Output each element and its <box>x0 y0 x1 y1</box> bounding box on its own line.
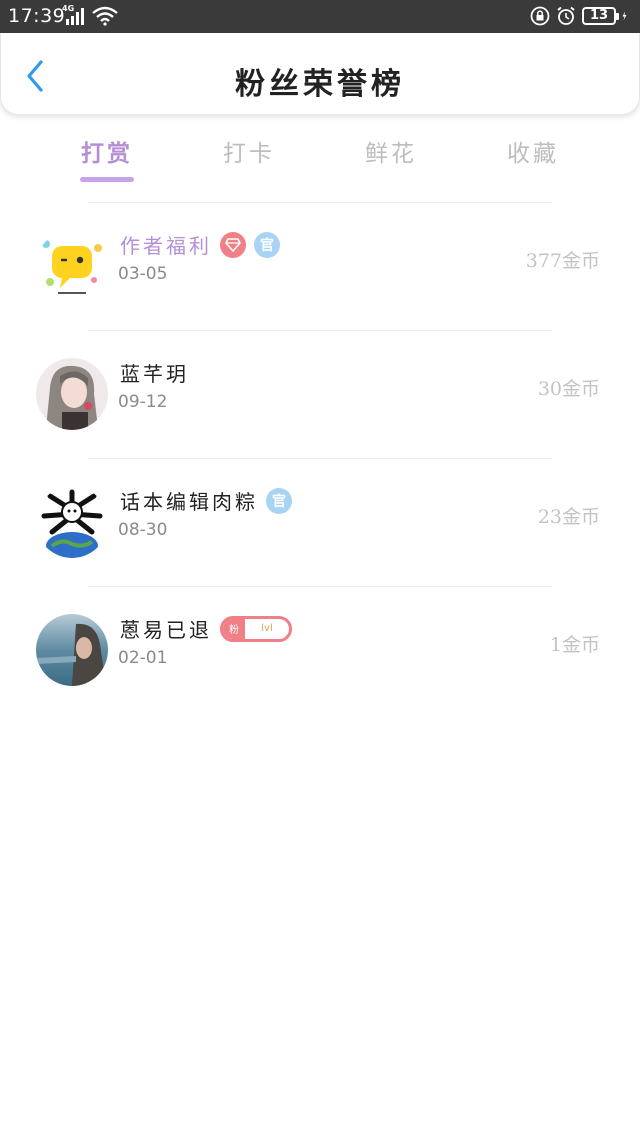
user-name[interactable]: 蓝芊玥 <box>120 358 189 387</box>
fan-ranking-list: 作者福利 官 03-05 377金币 蓝芊玥 09-12 30金币 话本编辑肉粽… <box>0 202 640 714</box>
status-right: 13 <box>530 5 632 27</box>
wifi-icon <box>92 6 118 26</box>
name-line: 作者福利 官 <box>120 230 280 259</box>
coin-amount: 30金币 <box>537 378 600 400</box>
page-title: 粉丝荣誉榜 <box>235 67 405 102</box>
official-badge: 官 <box>254 231 280 258</box>
avatar[interactable] <box>36 358 108 430</box>
lock-rotation-icon <box>530 6 550 26</box>
user-name[interactable]: 话本编辑肉粽 <box>120 486 258 515</box>
reward-date: 09-12 <box>118 392 168 412</box>
name-line: 蒽易已退 粉 lvl <box>120 614 292 643</box>
list-item[interactable]: 蓝芊玥 09-12 30金币 <box>0 330 640 458</box>
avatar[interactable] <box>36 230 108 302</box>
avatar[interactable] <box>36 486 108 558</box>
official-badge: 官 <box>266 487 292 514</box>
status-time: 17:39 <box>8 5 66 27</box>
reward-date: 03-05 <box>118 264 168 284</box>
divider <box>88 458 552 459</box>
fan-badge-label: 粉 <box>223 618 245 639</box>
header: 粉丝荣誉榜 <box>0 33 640 115</box>
name-line: 蓝芊玥 <box>120 358 189 387</box>
avatar[interactable] <box>36 614 108 686</box>
divider <box>88 586 552 587</box>
battery-icon: 13 <box>582 7 619 25</box>
coin-amount: 23金币 <box>537 506 600 528</box>
divider <box>88 202 552 203</box>
tab-flowers[interactable]: 鲜花 <box>320 130 462 186</box>
user-name[interactable]: 蒽易已退 <box>120 614 212 643</box>
diamond-badge-icon <box>220 231 246 258</box>
list-item[interactable]: 话本编辑肉粽 官 08-30 23金币 <box>0 458 640 586</box>
tab-checkin[interactable]: 打卡 <box>178 130 320 186</box>
status-bar: 17:39 4G 13 <box>0 0 640 33</box>
tab-bar: 打赏 打卡 鲜花 收藏 <box>36 130 604 186</box>
tab-tipping[interactable]: 打赏 <box>36 130 178 186</box>
fan-badge-level: lvl <box>261 623 273 634</box>
user-name[interactable]: 作者福利 <box>120 230 212 259</box>
tab-favorites[interactable]: 收藏 <box>462 130 604 186</box>
coin-amount: 377金币 <box>525 250 600 272</box>
coin-amount: 1金币 <box>549 634 600 656</box>
reward-date: 02-01 <box>118 648 168 668</box>
name-line: 话本编辑肉粽 官 <box>120 486 292 515</box>
divider <box>88 330 552 331</box>
fan-level-badge: 粉 lvl <box>220 615 292 642</box>
reward-date: 08-30 <box>118 520 168 540</box>
list-item[interactable]: 作者福利 官 03-05 377金币 <box>0 202 640 330</box>
signal-icon <box>66 8 84 25</box>
charging-icon <box>622 11 627 21</box>
alarm-icon <box>557 6 575 25</box>
list-item[interactable]: 蒽易已退 粉 lvl 02-01 1金币 <box>0 586 640 714</box>
